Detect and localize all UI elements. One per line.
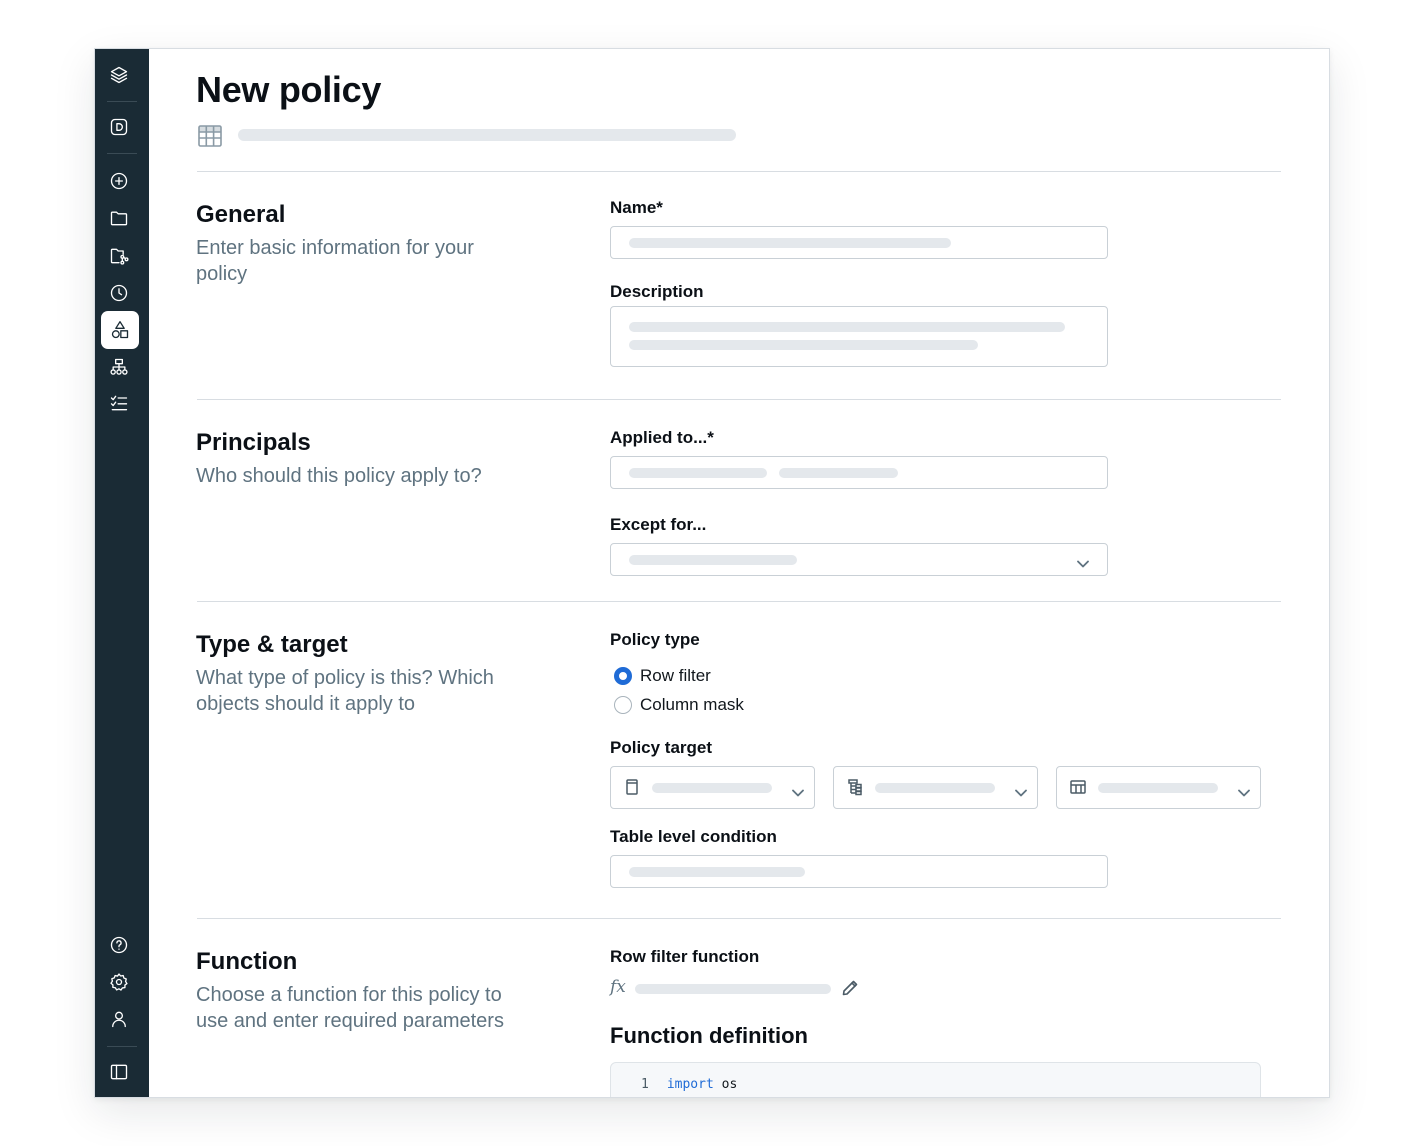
column-mask-radio[interactable] (614, 696, 632, 714)
catalog-icon (623, 778, 641, 796)
section-divider (197, 399, 1281, 400)
principals-section-description: Who should this policy apply to? (196, 465, 482, 487)
table-placeholder (1098, 783, 1218, 793)
general-section-description: Enter basic information for your policy (196, 237, 474, 285)
user-icon[interactable] (108, 1008, 130, 1030)
description-placeholder-line (629, 322, 1065, 332)
description-placeholder-line (629, 340, 978, 350)
radio-row-row-filter[interactable]: Row filter (614, 666, 711, 686)
type-target-section-description: What type of policy is this? Which objec… (196, 667, 494, 715)
panel-toggle-icon[interactable] (108, 1061, 130, 1083)
hierarchy-icon[interactable] (108, 356, 130, 378)
table-icon (197, 123, 223, 149)
catalog-shapes-icon[interactable] (109, 319, 131, 341)
row-filter-radio[interactable] (614, 667, 632, 685)
code-line: 1 import os (641, 1077, 737, 1092)
subtitle-placeholder (238, 129, 736, 141)
schema-icon (846, 778, 864, 796)
except-for-label: Except for... (610, 515, 707, 534)
sidebar (95, 49, 149, 1097)
except-for-select[interactable] (610, 543, 1108, 576)
except-for-placeholder (629, 555, 797, 565)
name-placeholder (629, 238, 951, 248)
chevron-down-icon[interactable] (1238, 784, 1250, 797)
principals-section-title: Principals (196, 429, 311, 456)
name-label: Name* (610, 198, 663, 217)
section-divider (197, 601, 1281, 602)
description-textarea[interactable] (610, 306, 1108, 367)
code-identifier: os (721, 1077, 738, 1092)
function-definition-title: Function definition (610, 1023, 808, 1048)
new-plus-icon[interactable] (108, 170, 130, 192)
section-divider (197, 171, 1281, 172)
catalog-select[interactable] (610, 766, 815, 809)
settings-gear-icon[interactable] (108, 971, 130, 993)
recents-clock-icon[interactable] (108, 282, 130, 304)
code-editor[interactable]: 1 import os (610, 1062, 1261, 1097)
help-icon[interactable] (108, 934, 130, 956)
code-keyword: import (666, 1077, 714, 1092)
general-section-title: General (196, 201, 286, 228)
table-condition-label: Table level condition (610, 827, 777, 846)
main-content: New policy General Enter basic informati… (149, 49, 1329, 1097)
layers-icon[interactable] (108, 64, 130, 86)
table-condition-input[interactable] (610, 855, 1108, 888)
sidebar-divider (107, 1046, 137, 1047)
chevron-down-icon[interactable] (792, 784, 804, 797)
chevron-down-icon[interactable] (1015, 784, 1027, 797)
row-filter-function-label: Row filter function (610, 947, 760, 966)
principal-chip-placeholder (779, 468, 898, 478)
name-input[interactable] (610, 226, 1108, 259)
column-mask-radio-label[interactable]: Column mask (640, 695, 744, 715)
row-filter-radio-label[interactable]: Row filter (640, 666, 711, 686)
function-section-description: Choose a function for this policy to use… (196, 984, 504, 1032)
schema-placeholder (875, 783, 995, 793)
sidebar-divider (107, 101, 137, 102)
sidebar-divider (107, 153, 137, 154)
folder-icon[interactable] (108, 207, 130, 229)
tasks-list-icon[interactable] (108, 392, 130, 414)
app-window: New policy General Enter basic informati… (94, 48, 1330, 1098)
table-select[interactable] (1056, 766, 1261, 809)
repos-icon[interactable] (108, 245, 130, 267)
edit-pencil-icon[interactable] (841, 979, 859, 997)
function-section-title: Function (196, 948, 298, 975)
page-title: New policy (196, 69, 382, 110)
table-icon (1069, 778, 1087, 796)
function-fx-icon: fx (610, 977, 626, 997)
chevron-down-icon[interactable] (1077, 555, 1089, 568)
table-condition-placeholder (629, 867, 805, 877)
function-name-placeholder (635, 984, 831, 994)
workspace-d-icon[interactable] (108, 116, 130, 138)
policy-type-label: Policy type (610, 630, 700, 649)
applied-to-input[interactable] (610, 456, 1108, 489)
type-target-section-title: Type & target (196, 631, 348, 658)
principal-chip-placeholder (629, 468, 767, 478)
section-divider (197, 918, 1281, 919)
policy-target-label: Policy target (610, 738, 713, 757)
catalog-placeholder (652, 783, 772, 793)
radio-row-column-mask[interactable]: Column mask (614, 695, 744, 715)
description-label: Description (610, 282, 704, 301)
line-number: 1 (641, 1077, 649, 1092)
schema-select[interactable] (833, 766, 1038, 809)
applied-to-label: Applied to...* (610, 428, 714, 447)
sidebar-item-catalog-active[interactable] (101, 311, 139, 349)
